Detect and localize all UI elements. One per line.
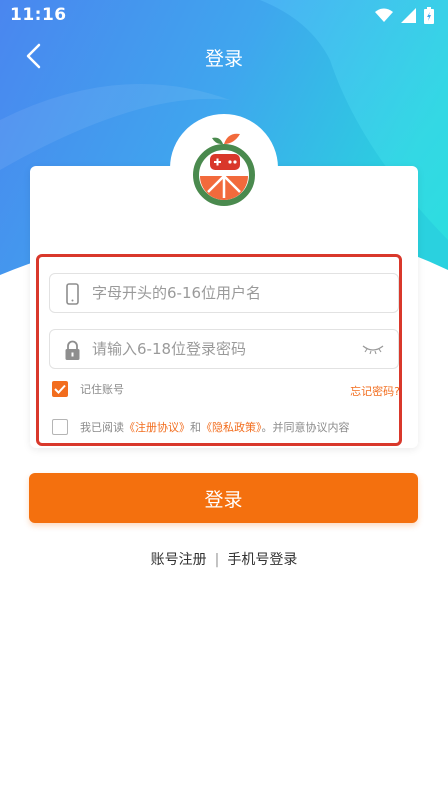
orange-game-logo-icon: [193, 133, 255, 206]
phone-login-link[interactable]: 手机号登录: [227, 552, 297, 568]
wifi-icon: [375, 8, 393, 22]
highlight-frame: [36, 254, 402, 446]
signal-icon: [401, 7, 416, 23]
page-title: 登录: [204, 48, 243, 70]
status-bar: 11:16: [0, 0, 448, 30]
login-button[interactable]: 登录: [29, 473, 418, 523]
status-icons: [375, 6, 434, 24]
footer-links: 账号注册 | 手机号登录: [0, 549, 448, 569]
app-logo: [170, 114, 278, 222]
register-link[interactable]: 账号注册: [151, 552, 207, 568]
status-time: 11:16: [10, 5, 67, 25]
nav-bar: 登录: [0, 36, 448, 76]
battery-icon: [424, 6, 434, 24]
link-separator: |: [214, 552, 220, 568]
